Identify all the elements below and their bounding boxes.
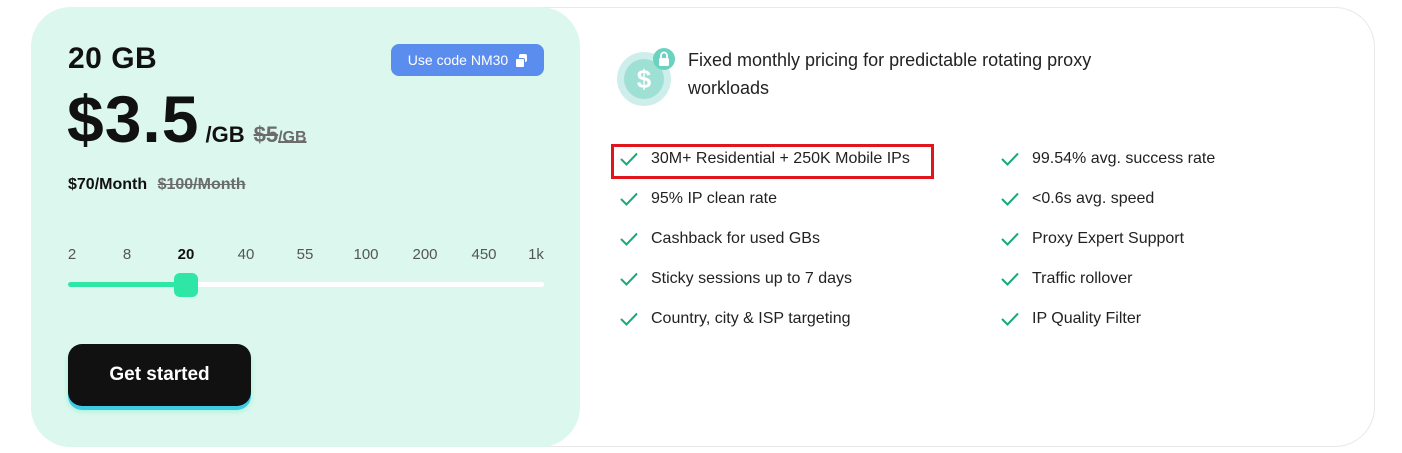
slider-thumb[interactable] (174, 273, 198, 297)
monthly-price-row: $70/Month $100/Month (68, 176, 246, 194)
feature-item: Country, city & ISP targeting (619, 310, 851, 328)
slider-tick-label[interactable]: 1k (528, 246, 544, 263)
feature-label: Proxy Expert Support (1032, 230, 1185, 247)
check-icon (620, 272, 638, 286)
feature-item: Proxy Expert Support (1000, 230, 1184, 248)
check-icon (1001, 152, 1019, 166)
plan-size: 20 GB (68, 42, 158, 75)
feature-label: IP Quality Filter (1032, 310, 1142, 327)
feature-item: 95% IP clean rate (619, 190, 777, 208)
promo-code-button[interactable]: Use code NM30 (391, 44, 544, 76)
copy-icon (515, 54, 528, 68)
highlight-box (611, 144, 934, 179)
feature-item: 99.54% avg. success rate (1000, 150, 1215, 168)
slider-tick-label[interactable]: 200 (412, 246, 437, 263)
slider-tick-label[interactable]: 55 (297, 246, 314, 263)
feature-label: 99.54% avg. success rate (1032, 150, 1216, 167)
feature-item: IP Quality Filter (1000, 310, 1141, 328)
old-monthly-price: $100/Month (157, 176, 246, 193)
check-icon (1001, 232, 1019, 246)
feature-label: Traffic rollover (1032, 270, 1133, 287)
slider-tick-label[interactable]: 2 (68, 246, 76, 263)
feature-item: <0.6s avg. speed (1000, 190, 1154, 208)
slider-fill (68, 282, 186, 287)
svg-text:$: $ (637, 64, 652, 94)
feature-label: <0.6s avg. speed (1032, 190, 1155, 207)
feature-label: Country, city & ISP targeting (651, 310, 851, 327)
old-price: $5/GB (254, 122, 307, 148)
feature-label: Sticky sessions up to 7 days (651, 270, 852, 287)
check-icon (620, 312, 638, 326)
slider-tick-label[interactable]: 100 (353, 246, 378, 263)
old-price-unit: /GB (278, 129, 307, 146)
slider-tick-label[interactable]: 450 (471, 246, 496, 263)
feature-item: Traffic rollover (1000, 270, 1132, 288)
feature-label: 95% IP clean rate (651, 190, 778, 207)
slider-tick-label[interactable]: 20 (178, 246, 195, 263)
price-per-gb: $3.5 (67, 82, 200, 156)
old-price-value: $5 (253, 122, 279, 147)
info-headline: Fixed monthly pricing for predictable ro… (688, 50, 1092, 98)
feature-item: Sticky sessions up to 7 days (619, 270, 852, 288)
slider-tick-labels: 2 8 20 40 55 100 200 450 1k (60, 246, 560, 266)
promo-code-label: Use code NM30 (407, 52, 509, 68)
check-icon (1001, 312, 1019, 326)
check-icon (620, 232, 638, 246)
get-started-button[interactable]: Get started (68, 344, 251, 406)
feature-label: Cashback for used GBs (651, 230, 820, 247)
slider-tick-label[interactable]: 40 (238, 246, 255, 263)
check-icon (1001, 192, 1019, 206)
price-unit: /GB (205, 122, 245, 147)
feature-item: Cashback for used GBs (619, 230, 820, 248)
money-lock-icon: $ (617, 48, 675, 106)
check-icon (620, 192, 638, 206)
check-icon (1001, 272, 1019, 286)
slider-tick-label[interactable]: 8 (123, 246, 131, 263)
price-row: $3.5 /GB $5/GB (67, 86, 307, 152)
monthly-price: $70/Month (68, 176, 148, 193)
